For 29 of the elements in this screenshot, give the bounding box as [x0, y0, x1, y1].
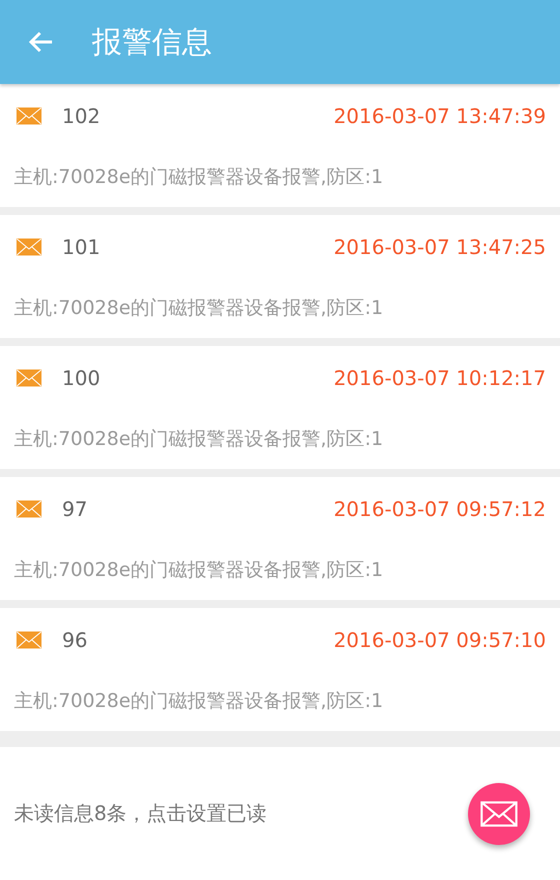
alarm-card[interactable]: 101 2016-03-07 13:47:25 主机:70028e的门磁报警器设备报警,防区:1 [0, 215, 560, 338]
alarm-time: 2016-03-07 13:47:25 [334, 235, 546, 259]
envelope-icon [16, 238, 42, 256]
page-title: 报警信息 [92, 24, 212, 62]
alarm-card[interactable]: 102 2016-03-07 13:47:39 主机:70028e的门磁报警器设备报警,防区:1 [0, 84, 560, 207]
alarm-card[interactable]: 100 2016-03-07 10:12:17 主机:70028e的门磁报警器设备报警,防区:1 [0, 346, 560, 469]
alarm-number: 101 [62, 235, 102, 259]
mark-read-button[interactable] [468, 782, 530, 844]
alarm-time: 2016-03-07 09:57:12 [334, 497, 546, 521]
envelope-icon [16, 500, 42, 518]
alarm-message: 主机:70028e的门磁报警器设备报警,防区:1 [14, 165, 384, 190]
alarm-number: 102 [62, 104, 102, 128]
envelope-icon [16, 369, 42, 387]
alarm-number: 100 [62, 366, 102, 390]
alarm-time: 2016-03-07 09:57:10 [334, 628, 546, 652]
envelope-icon [16, 107, 42, 125]
alarm-number: 97 [62, 497, 88, 521]
alarm-time: 2016-03-07 10:12:17 [334, 366, 546, 390]
envelope-icon [16, 631, 42, 649]
alarm-card[interactable]: 97 2016-03-07 09:57:12 主机:70028e的门磁报警器设备报警,防区:1 [0, 477, 560, 600]
alarm-card[interactable]: 96 2016-03-07 09:57:10 主机:70028e的门磁报警器设备报警,防区:1 [0, 608, 560, 731]
alarm-message: 主机:70028e的门磁报警器设备报警,防区:1 [14, 689, 384, 714]
envelope-icon [480, 800, 518, 826]
alarm-message: 主机:70028e的门磁报警器设备报警,防区:1 [14, 296, 384, 321]
alarm-message: 主机:70028e的门磁报警器设备报警,防区:1 [14, 427, 384, 452]
alarm-message: 主机:70028e的门磁报警器设备报警,防区:1 [14, 558, 384, 583]
unread-notice[interactable]: 未读信息8条，点击设置已读 [14, 800, 267, 827]
alarm-time: 2016-03-07 13:47:39 [334, 104, 546, 128]
alarm-number: 96 [62, 628, 88, 652]
